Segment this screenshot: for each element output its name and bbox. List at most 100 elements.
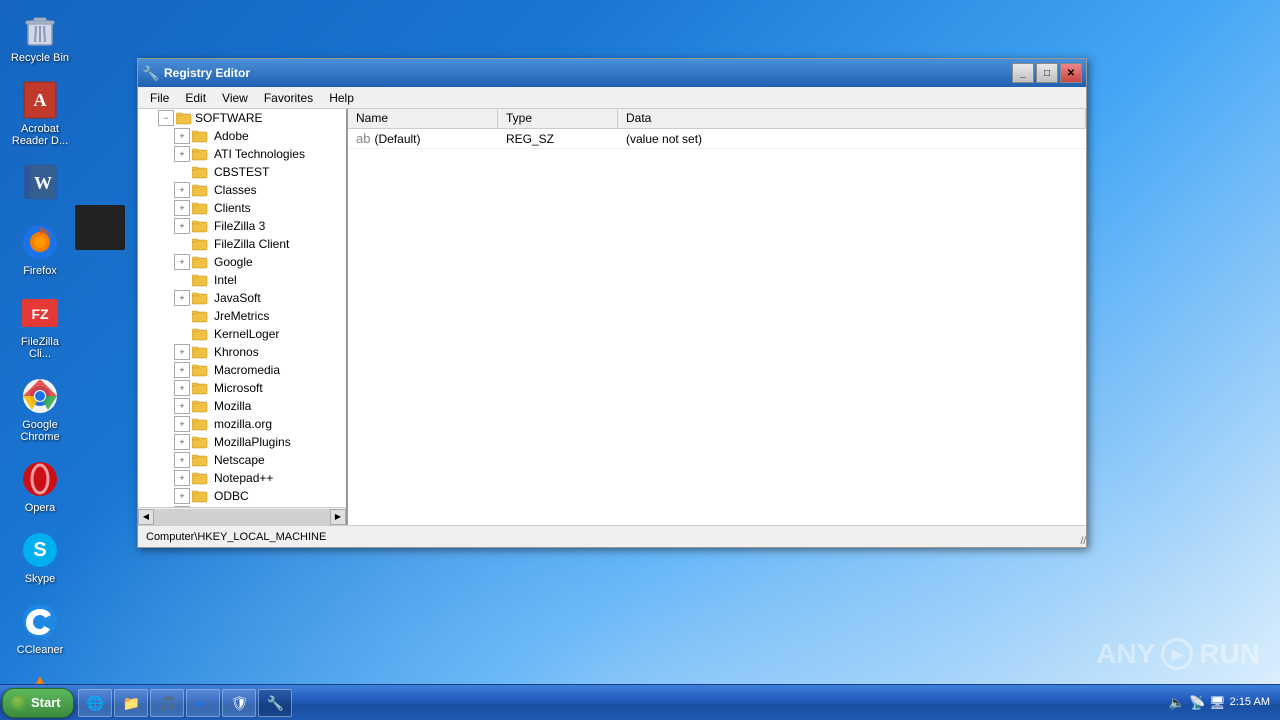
svg-text:S: S: [33, 539, 46, 561]
expand-software[interactable]: −: [158, 110, 174, 126]
expand-btn-adobe[interactable]: +: [174, 128, 190, 144]
expand-btn-javasoft[interactable]: +: [174, 290, 190, 306]
tree-item-ati-technologies[interactable]: +ATI Technologies: [138, 145, 346, 163]
taskbar-item-av[interactable]: 🛡: [222, 689, 256, 717]
close-button[interactable]: ✕: [1060, 63, 1082, 83]
taskbar-item-folder[interactable]: 📁: [114, 689, 148, 717]
tree-item-cbstest[interactable]: CBSTEST: [138, 163, 346, 181]
expand-btn-google[interactable]: +: [174, 254, 190, 270]
tree-item-adobe[interactable]: +Adobe: [138, 127, 346, 145]
folder-icon: [192, 147, 208, 161]
desktop-icon-acrobat[interactable]: A Acrobat Reader D...: [5, 76, 75, 151]
menu-favorites[interactable]: Favorites: [256, 89, 321, 107]
announcement-banner: [75, 205, 125, 250]
tree-label: Macromedia: [214, 363, 280, 377]
expand-btn-mozilla[interactable]: +: [174, 398, 190, 414]
tree-item-mozilla.org[interactable]: +mozilla.org: [138, 415, 346, 433]
tray-network-icon[interactable]: 📡: [1189, 695, 1205, 711]
tree-label: KernelLoger: [214, 327, 279, 341]
desktop-icon-ccleaner[interactable]: CCleaner: [5, 597, 75, 660]
tree-label: FileZilla 3: [214, 219, 265, 233]
tree-item-kernelloger[interactable]: KernelLoger: [138, 325, 346, 343]
recycle-bin-icon: [20, 9, 60, 49]
tree-item-khronos[interactable]: +Khronos: [138, 343, 346, 361]
col-header-name: Name: [348, 109, 498, 128]
tree-item-notepad++[interactable]: +Notepad++: [138, 469, 346, 487]
menu-file[interactable]: File: [142, 89, 177, 107]
tree-item-clients[interactable]: +Clients: [138, 199, 346, 217]
folder-icon: [192, 165, 208, 179]
expand-btn-mozilla.org[interactable]: +: [174, 416, 190, 432]
menu-view[interactable]: View: [214, 89, 256, 107]
desktop-icon-firefox[interactable]: Firefox: [5, 218, 75, 281]
desktop-icon-word[interactable]: W: [5, 159, 75, 210]
desktop-icon-google-chrome[interactable]: Google Chrome: [5, 372, 75, 447]
tree-label: Google: [214, 255, 253, 269]
tree-item-mozilla[interactable]: +Mozilla: [138, 397, 346, 415]
taskbar-item-chrome[interactable]: ●: [186, 689, 220, 717]
tree-item-software[interactable]: − SOFTWARE: [138, 109, 346, 127]
tree-item-microsoft[interactable]: +Microsoft: [138, 379, 346, 397]
tray-display-icon[interactable]: 🖥: [1209, 695, 1226, 711]
tree-item-javasoft[interactable]: +JavaSoft: [138, 289, 346, 307]
expand-btn-notepad++[interactable]: +: [174, 470, 190, 486]
panes: − SOFTWARE +Adobe+ATI TechnologiesCBSTES…: [138, 109, 1086, 525]
firefox-icon: [20, 222, 60, 262]
start-button[interactable]: Start: [2, 688, 74, 718]
desktop-icon-recycle-bin[interactable]: Recycle Bin: [5, 5, 75, 68]
tree-item-odbc[interactable]: +ODBC: [138, 487, 346, 505]
tree-item-macromedia[interactable]: + Macromedia: [138, 361, 346, 379]
folder-software-icon: [176, 111, 192, 125]
taskbar-item-registry[interactable]: 🔧: [258, 689, 292, 717]
expand-btn-filezilla 3[interactable]: +: [174, 218, 190, 234]
expand-btn-netscape[interactable]: +: [174, 452, 190, 468]
expand-btn-clients[interactable]: +: [174, 200, 190, 216]
data-rows[interactable]: ab (Default) REG_SZ (value not set): [348, 129, 1086, 525]
tree-item-netscape[interactable]: + Netscape: [138, 451, 346, 469]
data-row-default[interactable]: ab (Default) REG_SZ (value not set): [348, 129, 1086, 149]
expand-btn-classes[interactable]: +: [174, 182, 190, 198]
skype-icon: S: [20, 530, 60, 570]
taskbar-item-media[interactable]: 🎵: [150, 689, 184, 717]
tree-item-jremetrics[interactable]: JreMetrics: [138, 307, 346, 325]
tree-label: Netscape: [214, 453, 265, 467]
tree-pane: − SOFTWARE +Adobe+ATI TechnologiesCBSTES…: [138, 109, 348, 525]
expand-btn-microsoft[interactable]: +: [174, 380, 190, 396]
folder-icon: [192, 291, 208, 305]
expand-btn-odbc[interactable]: +: [174, 488, 190, 504]
scroll-track[interactable]: [154, 509, 330, 525]
menu-edit[interactable]: Edit: [177, 89, 214, 107]
menu-help[interactable]: Help: [321, 89, 362, 107]
tree-content[interactable]: − SOFTWARE +Adobe+ATI TechnologiesCBSTES…: [138, 109, 346, 507]
desktop-icon-skype[interactable]: S Skype: [5, 526, 75, 589]
firefox-label: Firefox: [9, 265, 71, 277]
system-tray: 🔈 📡 🖥 2:15 AM: [1161, 695, 1278, 711]
scroll-left-arrow[interactable]: ◀: [138, 509, 154, 525]
expand-btn-macromedia[interactable]: +: [174, 362, 190, 378]
tree-item-filezilla-client[interactable]: FileZilla Client: [138, 235, 346, 253]
expand-btn-mozillaplugins[interactable]: +: [174, 434, 190, 450]
desktop-icons: Recycle Bin A Acrobat Reader D... W: [5, 5, 75, 720]
taskbar-media-icon: 🎵: [159, 695, 175, 711]
desktop-icon-opera[interactable]: Opera: [5, 455, 75, 518]
minimize-button[interactable]: _: [1012, 63, 1034, 83]
maximize-button[interactable]: □: [1036, 63, 1058, 83]
tree-item-filezilla-3[interactable]: + FileZilla 3: [138, 217, 346, 235]
anyrun-play-icon: ▶: [1161, 638, 1193, 670]
tree-item-classes[interactable]: +Classes: [138, 181, 346, 199]
tree-item-google[interactable]: + Google: [138, 253, 346, 271]
resize-handle[interactable]: //: [1080, 536, 1086, 547]
expand-btn-khronos[interactable]: +: [174, 344, 190, 360]
folder-icon: [192, 471, 208, 485]
tree-item-mozillaplugins[interactable]: +MozillaPlugins: [138, 433, 346, 451]
reg-sz-icon: ab: [356, 131, 370, 146]
tree-h-scrollbar[interactable]: ◀ ▶: [138, 507, 346, 525]
tree-item-intel[interactable]: Intel: [138, 271, 346, 289]
expand-btn-ati technologies[interactable]: +: [174, 146, 190, 162]
scroll-right-arrow[interactable]: ▶: [330, 509, 346, 525]
taskbar-item-ie[interactable]: 🌐: [78, 689, 112, 717]
status-text: Computer\HKEY_LOCAL_MACHINE: [146, 531, 326, 543]
tree-label: FileZilla Client: [214, 237, 289, 251]
desktop-icon-filezilla[interactable]: FZ FileZilla Cli...: [5, 289, 75, 364]
tray-volume-icon[interactable]: 🔈: [1169, 695, 1185, 711]
